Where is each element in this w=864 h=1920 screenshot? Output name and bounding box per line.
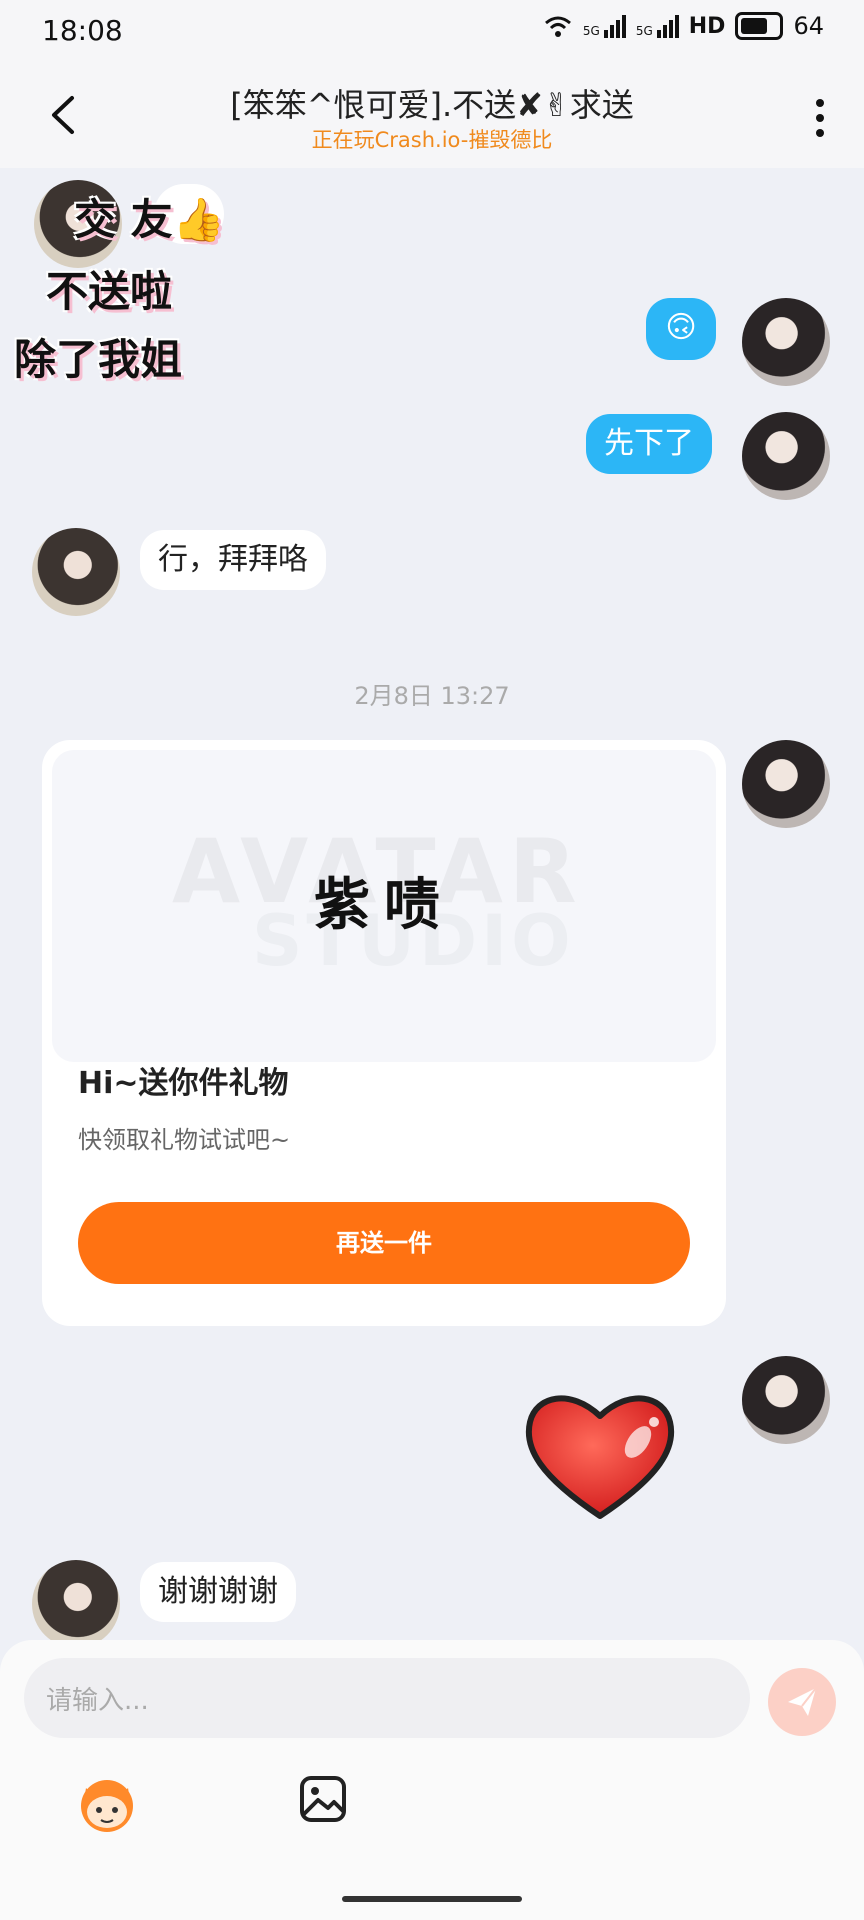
- my-avatar[interactable]: [742, 740, 830, 828]
- friend-avatar[interactable]: [32, 1560, 120, 1648]
- more-options-icon[interactable]: [814, 98, 826, 138]
- sticker-message[interactable]: 交 友👍 不送啦 除了我姐: [14, 180, 244, 390]
- friend-avatar[interactable]: [32, 528, 120, 616]
- message-bubble-incoming[interactable]: 谢谢谢谢: [140, 1562, 296, 1622]
- image-picker-icon[interactable]: [298, 1774, 348, 1824]
- send-icon: [788, 1687, 817, 1716]
- status-bar: 18:08 5G 5G HD 64: [0, 0, 864, 64]
- gift-card[interactable]: AVATAR STUDIO 紫啧 Hi~送你件礼物 快领取礼物试试吧~ 再送一件: [42, 740, 726, 1326]
- battery-level: 64: [793, 12, 824, 40]
- send-button[interactable]: [768, 1668, 836, 1736]
- message-input[interactable]: 请输入...: [24, 1658, 750, 1738]
- mascot-emoji-icon[interactable]: [76, 1774, 138, 1834]
- playing-status[interactable]: 正在玩Crash.io-摧毁德比: [150, 124, 714, 154]
- message-bubble-outgoing[interactable]: 先下了: [586, 414, 712, 474]
- my-avatar[interactable]: [742, 298, 830, 386]
- wifi-icon: [544, 16, 571, 37]
- status-time: 18:08: [42, 14, 123, 47]
- heart-sticker-icon[interactable]: [520, 1384, 680, 1524]
- hd-icon: HD: [688, 13, 726, 39]
- signal-icon: 5G: [583, 14, 626, 38]
- back-arrow-icon[interactable]: [40, 90, 90, 140]
- input-bar: 请输入...: [0, 1640, 864, 1920]
- sticker-text-line2: 不送啦: [46, 267, 173, 316]
- send-another-gift-button[interactable]: 再送一件: [78, 1202, 690, 1284]
- status-icons: 5G 5G HD 64: [543, 12, 824, 40]
- chat-header: [笨笨^恨可爱].不送✘✌求送 正在玩Crash.io-摧毁德比: [0, 64, 864, 168]
- sticker-text-line1: 交 友👍: [74, 195, 225, 244]
- home-indicator: [342, 1896, 522, 1902]
- input-placeholder: 请输入...: [46, 1686, 149, 1716]
- battery-icon: [735, 12, 784, 40]
- signal-icon: 5G: [636, 14, 679, 38]
- gift-image: AVATAR STUDIO 紫啧: [52, 750, 716, 1062]
- message-bubble-incoming[interactable]: 行，拜拜咯: [140, 530, 326, 590]
- gift-card-title: Hi~送你件礼物: [78, 1066, 289, 1101]
- my-avatar[interactable]: [742, 412, 830, 500]
- gift-image-title: 紫啧: [314, 872, 454, 938]
- message-timestamp: 2月8日 13:27: [354, 682, 510, 710]
- gift-card-description: 快领取礼物试试吧~: [78, 1126, 291, 1154]
- my-avatar[interactable]: [742, 1356, 830, 1444]
- chat-title: [笨笨^恨可爱].不送✘✌求送: [230, 86, 634, 124]
- sticker-text-line3: 除了我姐: [14, 335, 183, 384]
- emoji-bubble[interactable]: 🙃: [646, 298, 716, 360]
